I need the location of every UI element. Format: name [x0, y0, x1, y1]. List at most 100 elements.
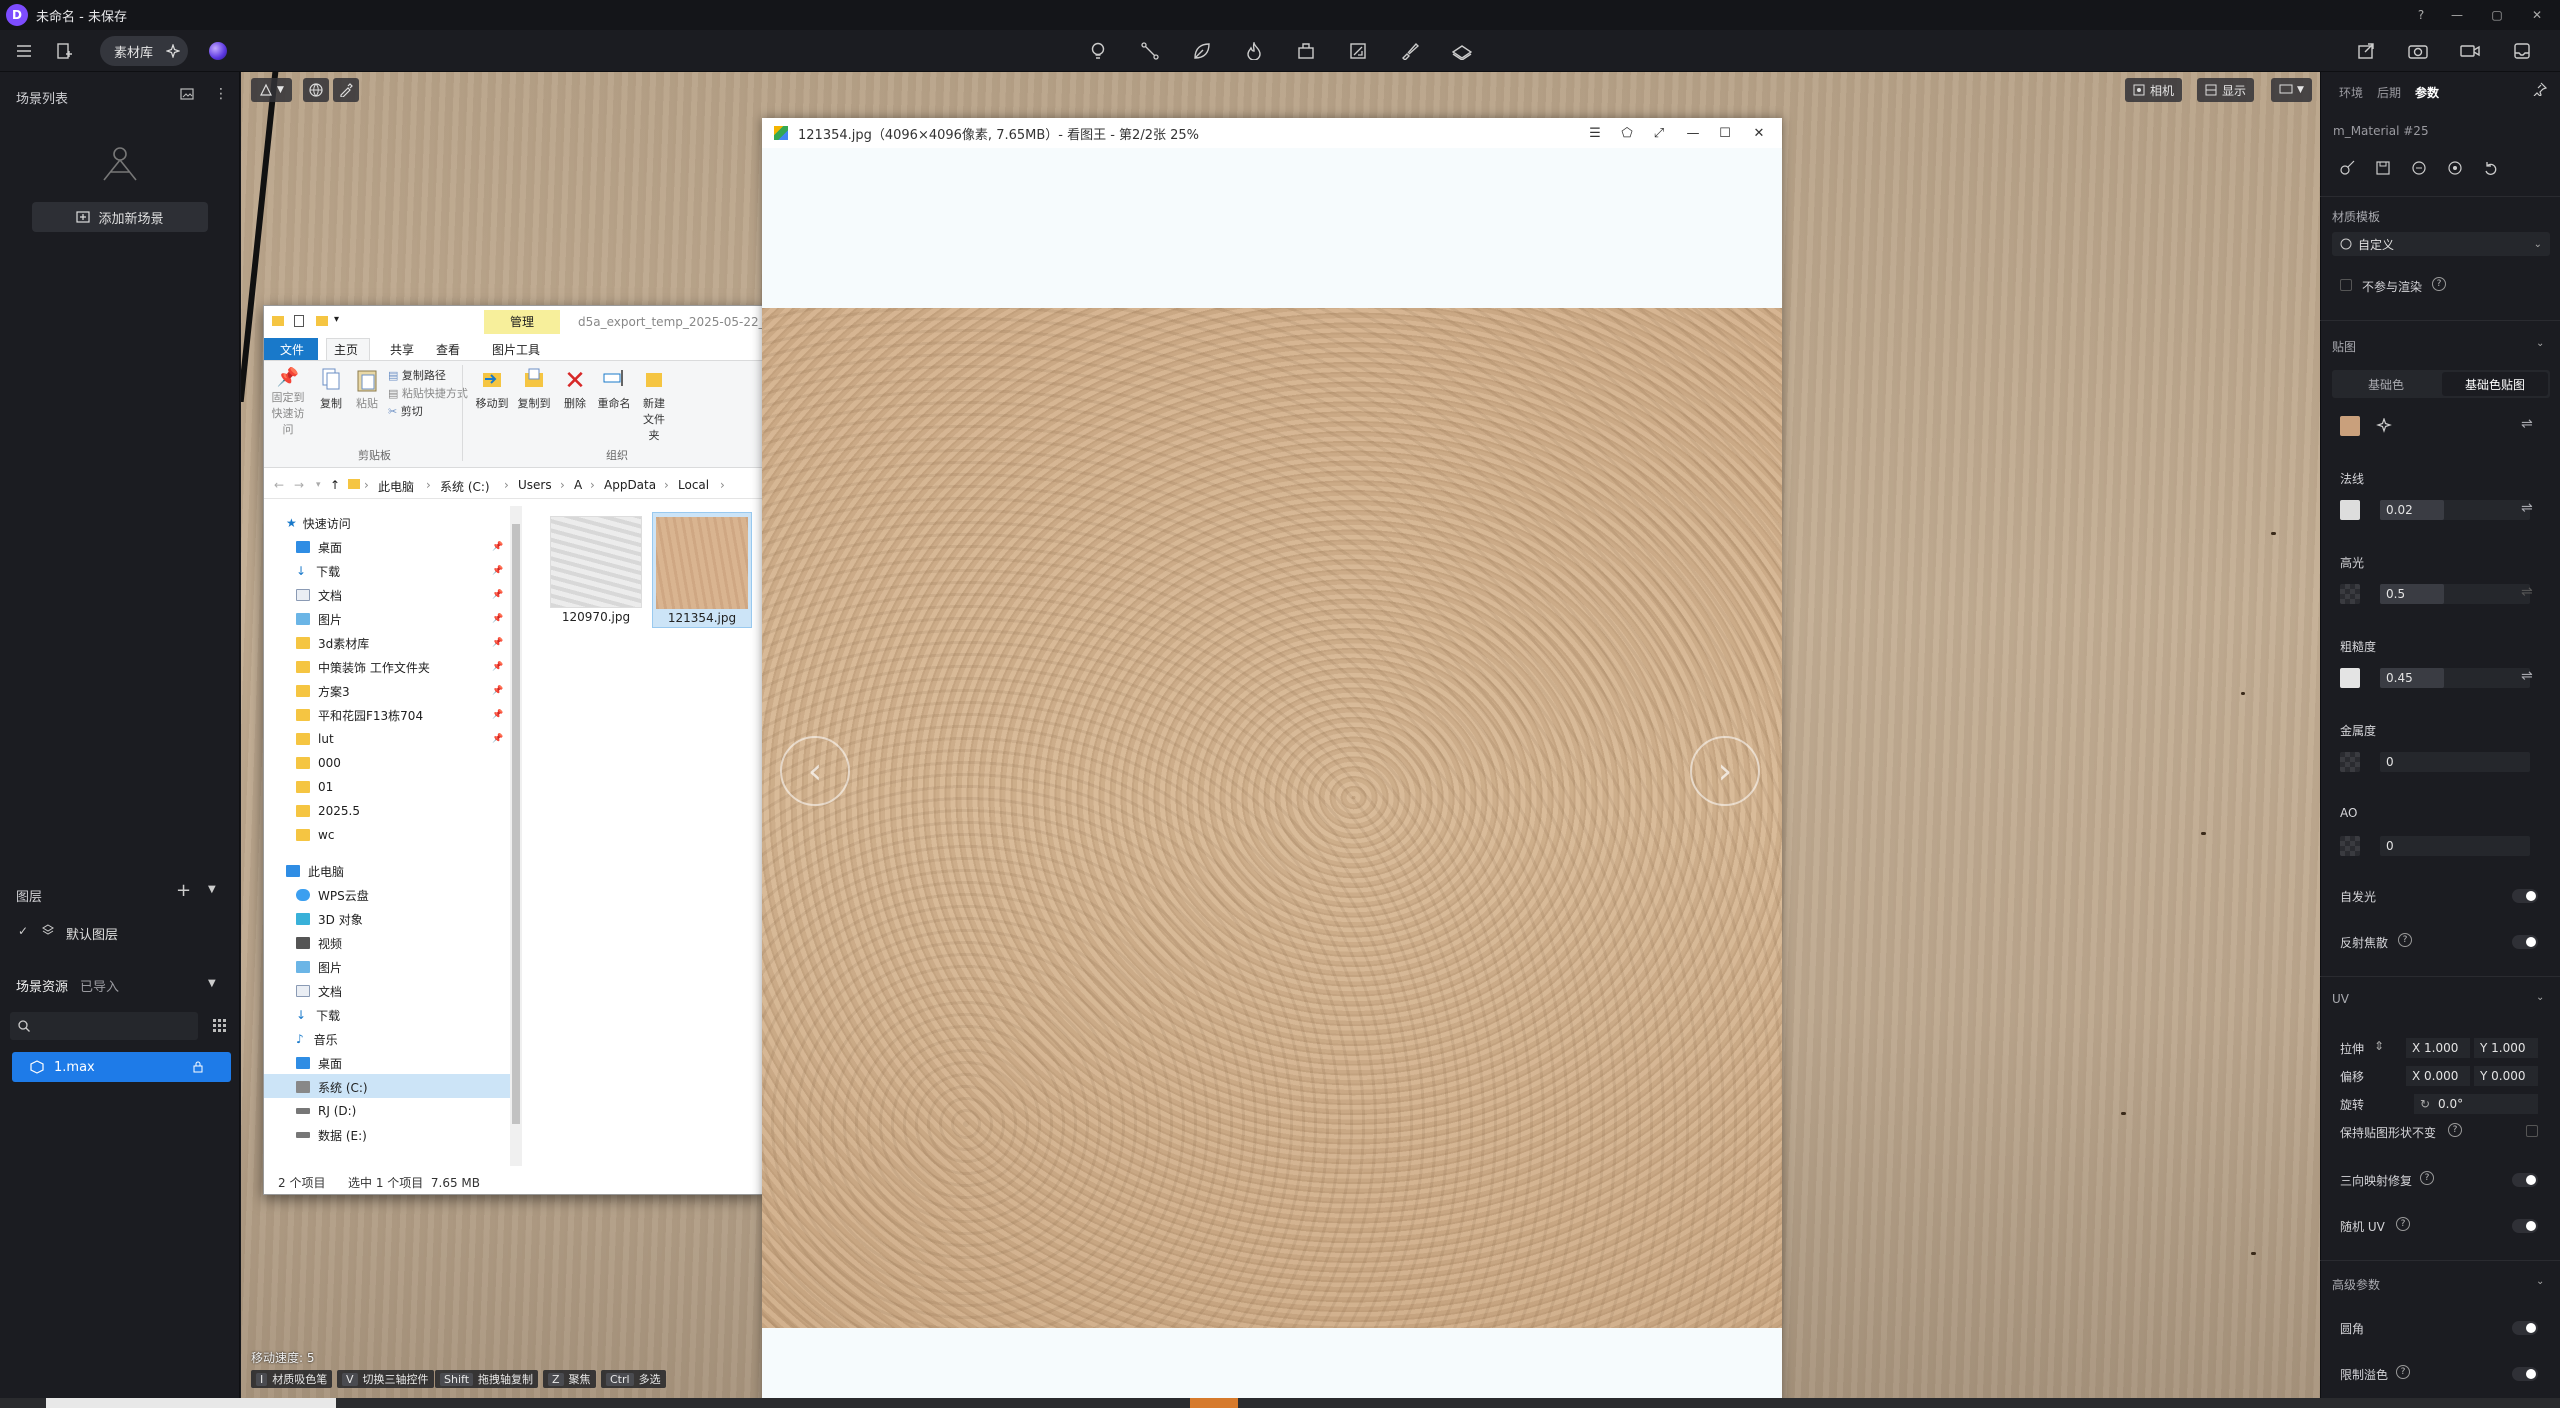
random-uv-toggle[interactable]: [2512, 1219, 2538, 1233]
help-icon[interactable]: ?: [2398, 933, 2412, 947]
help-icon[interactable]: ?: [2432, 277, 2446, 291]
tab-post[interactable]: 后期: [2377, 84, 2401, 101]
triplanar-toggle[interactable]: [2512, 1173, 2538, 1187]
copy-to-button[interactable]: 复制到: [516, 367, 552, 411]
new-folder-icon[interactable]: [316, 316, 328, 326]
maximize-icon[interactable]: ☐: [1716, 124, 1734, 142]
camera-button[interactable]: 相机: [2125, 78, 2183, 102]
up-icon[interactable]: ↑: [330, 478, 340, 492]
nav-item-pictures[interactable]: 图片: [296, 608, 342, 630]
new-file-icon[interactable]: [50, 39, 78, 63]
display-button[interactable]: 显示: [2197, 78, 2255, 102]
imported-tab[interactable]: 已导入: [80, 976, 119, 995]
nav-item-pc-pictures[interactable]: 图片: [296, 956, 342, 978]
fullscreen-icon[interactable]: ⤢: [1650, 124, 1668, 142]
nav-item-pc-documents[interactable]: 文档: [296, 980, 342, 1002]
video-icon[interactable]: [2456, 39, 2484, 63]
nav-item-e-drive[interactable]: 数据 (E:): [296, 1124, 367, 1146]
menu-icon[interactable]: [10, 39, 38, 63]
tab-params[interactable]: 参数: [2415, 84, 2439, 101]
offset-x-field[interactable]: X 0.000: [2406, 1066, 2470, 1086]
nav-item-lut[interactable]: lut: [296, 728, 334, 750]
nav-scrollbar[interactable]: [510, 506, 522, 1166]
nav-item-d-drive[interactable]: RJ (D:): [296, 1100, 356, 1122]
nav-item-pc-downloads[interactable]: ↓ 下载: [296, 1004, 340, 1026]
skin-icon[interactable]: ⬠: [1618, 124, 1636, 142]
specular-slider[interactable]: 0.5: [2380, 584, 2530, 604]
crumb-users[interactable]: Users: [518, 478, 552, 492]
specular-settings-icon[interactable]: ⇌: [2521, 584, 2533, 600]
template-dropdown[interactable]: 自定义 ⌄: [2332, 232, 2550, 256]
address-bar[interactable]: ← → ▾ ↑ › 此电脑 › 系统 (C:) › Users › A › Ap…: [264, 471, 762, 499]
scroll-thumb[interactable]: [512, 524, 520, 1124]
lock-icon[interactable]: [193, 1061, 203, 1073]
taskbar-item[interactable]: [1190, 1398, 1238, 1408]
crumb-local[interactable]: Local: [678, 478, 709, 492]
nav-item-2025-5[interactable]: 2025.5: [296, 800, 360, 822]
material-picker-icon[interactable]: [2339, 160, 2357, 176]
base-color-tab[interactable]: 基础色: [2332, 370, 2440, 398]
rename-button[interactable]: 重命名: [594, 367, 634, 411]
eyedropper-icon[interactable]: [333, 78, 359, 102]
leaf-icon[interactable]: [1188, 39, 1216, 63]
wood-texture-image[interactable]: ‹ ›: [762, 308, 1782, 1328]
previous-image-icon[interactable]: ‹: [780, 736, 850, 806]
model-list-item[interactable]: 1.max: [12, 1052, 231, 1082]
this-pc[interactable]: 此电脑: [286, 860, 344, 882]
crumb-c-drive[interactable]: 系统 (C:): [440, 478, 490, 495]
tab-home[interactable]: 主页: [334, 341, 358, 358]
normal-settings-icon[interactable]: ⇌: [2521, 500, 2533, 516]
cut-button[interactable]: ✂ 剪切: [388, 403, 423, 419]
offset-y-field[interactable]: Y 0.000: [2474, 1066, 2538, 1086]
link-icon[interactable]: ⇕: [2374, 1039, 2384, 1053]
perspective-dropdown[interactable]: ▼: [251, 78, 292, 102]
nav-item-downloads[interactable]: ↓ 下载: [296, 560, 340, 582]
properties-icon[interactable]: [294, 315, 304, 327]
nav-item-3d-objects[interactable]: 3D 对象: [296, 908, 363, 930]
minimize-icon[interactable]: —: [1684, 124, 1702, 142]
check-icon[interactable]: ✓: [18, 924, 28, 938]
help-icon[interactable]: ?: [2448, 1123, 2462, 1137]
nav-item-work-folder[interactable]: 中策装饰 工作文件夹: [296, 656, 430, 678]
ai-orb-icon[interactable]: [209, 42, 227, 60]
ao-map-swatch[interactable]: [2340, 836, 2360, 856]
nav-item-music[interactable]: ♪ 音乐: [296, 1028, 338, 1050]
material-library-icon[interactable]: [2411, 160, 2429, 176]
brush-icon[interactable]: [1396, 39, 1424, 63]
metallic-slider[interactable]: 0: [2380, 752, 2530, 772]
maps-collapse-icon[interactable]: ⌄: [2536, 338, 2544, 349]
pin-panel-icon[interactable]: [2533, 82, 2547, 96]
file-item-selected[interactable]: 121354.jpg: [652, 512, 752, 628]
nav-item-videos[interactable]: 视频: [296, 932, 342, 954]
ao-slider[interactable]: 0: [2380, 836, 2530, 856]
terrain-icon[interactable]: [1448, 39, 1476, 63]
light-bulb-icon[interactable]: [1084, 39, 1112, 63]
copy-path-button[interactable]: ▤ 复制路径: [388, 367, 446, 383]
undo-icon[interactable]: [2483, 160, 2501, 176]
resources-collapse-icon[interactable]: ▼: [208, 978, 216, 989]
forward-icon[interactable]: →: [294, 478, 304, 492]
manage-tab[interactable]: 管理: [484, 310, 560, 334]
nav-item-3d-library[interactable]: 3d素材库: [296, 632, 369, 654]
uv-collapse-icon[interactable]: ⌄: [2536, 992, 2544, 1003]
camera-icon[interactable]: [2404, 39, 2432, 63]
emissive-toggle[interactable]: [2512, 889, 2538, 903]
rotate-field[interactable]: ↻ 0.0°: [2414, 1094, 2538, 1114]
tab-environment[interactable]: 环境: [2339, 84, 2363, 101]
no-render-checkbox[interactable]: [2340, 279, 2352, 291]
map-magic-icon[interactable]: [2376, 418, 2392, 434]
nav-item-01[interactable]: 01: [296, 776, 333, 798]
add-scene-button[interactable]: 添加新场景: [32, 202, 208, 232]
map-settings-icon[interactable]: ⇌: [2521, 416, 2533, 432]
nav-item-wps-cloud[interactable]: WPS云盘: [296, 884, 369, 906]
roughness-slider[interactable]: 0.45: [2380, 668, 2530, 688]
help-icon[interactable]: ?: [2420, 1171, 2434, 1185]
nav-item-pc-desktop[interactable]: 桌面: [296, 1052, 342, 1074]
caustics-toggle[interactable]: [2512, 935, 2538, 949]
paste-button[interactable]: 粘贴: [350, 367, 384, 411]
view-mode-dropdown[interactable]: ▼: [2271, 78, 2312, 102]
default-layer[interactable]: 默认图层: [66, 924, 118, 943]
roughness-settings-icon[interactable]: ⇌: [2521, 668, 2533, 684]
save-material-icon[interactable]: [2375, 160, 2393, 176]
limit-color-toggle[interactable]: [2512, 1367, 2538, 1381]
